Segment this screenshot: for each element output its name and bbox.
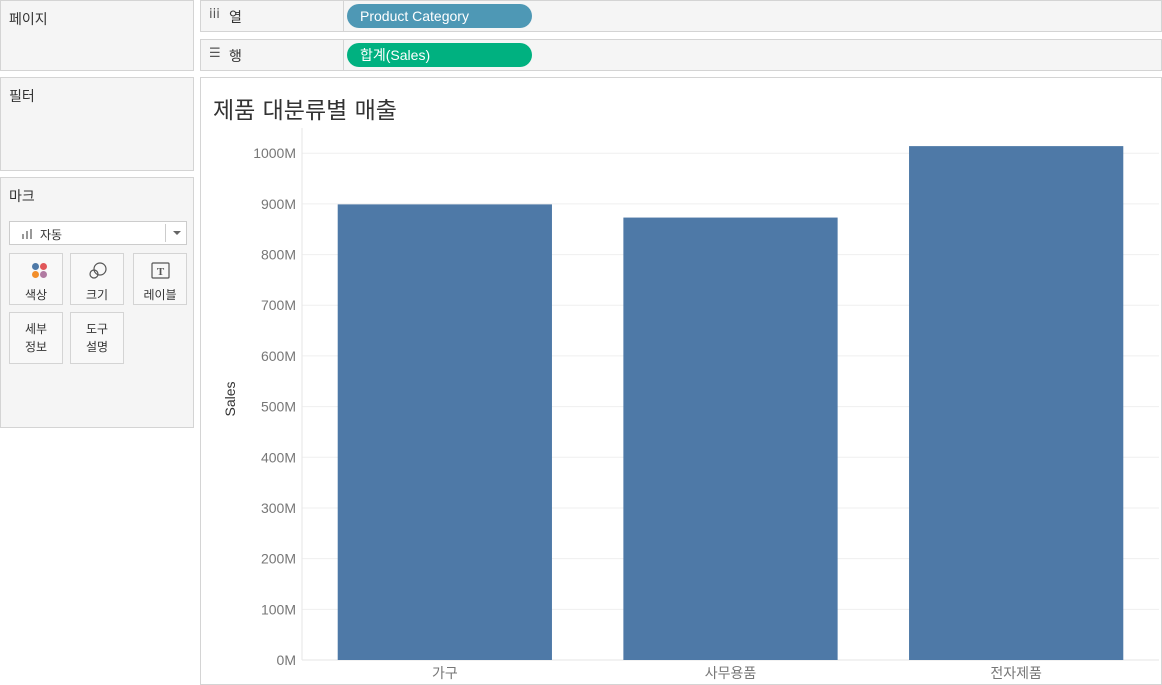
y-tick-label: 400M xyxy=(261,449,296,465)
text-label-icon: T xyxy=(134,262,186,280)
columns-shelf-label: 열 xyxy=(229,10,242,26)
x-tick-label: 전자제품 xyxy=(990,665,1042,681)
rows-shelf[interactable]: ☰ 행 합계(Sales) xyxy=(200,39,1162,71)
bar[interactable] xyxy=(623,217,838,660)
rows-shelf-label: 행 xyxy=(229,49,242,65)
view-title: 제품 대분류별 매출 xyxy=(213,98,397,124)
detail-button[interactable]: 세부 정보 xyxy=(9,312,63,364)
size-icon xyxy=(71,262,123,280)
columns-shelf-header: iii 열 xyxy=(201,1,344,31)
y-tick-label: 100M xyxy=(261,601,296,617)
y-tick-label: 600M xyxy=(261,348,296,364)
filters-panel-title: 필터 xyxy=(9,89,35,105)
worksheet-view[interactable]: 0M 100M 200M 300M 400M 500M 600M 700M 800M 900M 10… xyxy=(200,77,1162,685)
marks-panel: 마크 자동 색상 크기 T 레이블 세부 정보 도구 설명 xyxy=(0,177,194,428)
tooltip-button-label: 도구 설명 xyxy=(85,322,109,354)
label-button[interactable]: T 레이블 xyxy=(133,253,187,305)
y-tick-label: 500M xyxy=(261,399,296,415)
color-button-label: 색상 xyxy=(24,288,48,302)
x-tick-label: 사무용품 xyxy=(705,665,757,681)
rows-shelf-header: ☰ 행 xyxy=(201,40,344,70)
size-button-label: 크기 xyxy=(85,288,109,302)
x-tick-label: 가구 xyxy=(432,665,458,681)
y-axis-title: Sales xyxy=(222,381,238,416)
mark-type-label: 자동 xyxy=(40,228,63,242)
mark-type-dropdown[interactable]: 자동 xyxy=(9,221,187,245)
color-icon xyxy=(10,262,62,280)
sum-sales-pill[interactable]: 합계(Sales) xyxy=(347,43,532,67)
y-tick-label: 300M xyxy=(261,500,296,516)
chevron-down-icon[interactable] xyxy=(173,231,181,235)
y-tick-label: 900M xyxy=(261,196,296,212)
pages-panel-title: 페이지 xyxy=(9,12,48,28)
bar[interactable] xyxy=(337,204,552,660)
label-button-label: 레이블 xyxy=(143,288,177,302)
bar-chart[interactable]: 0M 100M 200M 300M 400M 500M 600M 700M 800M 900M 10… xyxy=(201,78,1161,684)
marks-panel-title: 마크 xyxy=(9,189,35,205)
rows-icon: ☰ xyxy=(209,46,221,61)
columns-icon: iii xyxy=(209,7,220,22)
pages-panel[interactable]: 페이지 xyxy=(0,0,194,71)
y-tick-label: 200M xyxy=(261,551,296,567)
y-tick-label: 800M xyxy=(261,247,296,263)
y-tick-label: 1000M xyxy=(253,145,296,161)
y-tick-label: 700M xyxy=(261,297,296,313)
columns-shelf[interactable]: iii 열 Product Category xyxy=(200,0,1162,32)
svg-text:T: T xyxy=(157,266,165,278)
color-button[interactable]: 색상 xyxy=(9,253,63,305)
bar-chart-icon xyxy=(22,229,34,239)
dropdown-divider xyxy=(165,224,166,242)
tooltip-button[interactable]: 도구 설명 xyxy=(70,312,124,364)
filters-panel[interactable]: 필터 xyxy=(0,77,194,171)
y-tick-label: 0M xyxy=(277,652,296,668)
size-button[interactable]: 크기 xyxy=(70,253,124,305)
detail-button-label: 세부 정보 xyxy=(24,322,48,354)
product-category-pill[interactable]: Product Category xyxy=(347,4,532,28)
bar[interactable] xyxy=(909,146,1124,660)
